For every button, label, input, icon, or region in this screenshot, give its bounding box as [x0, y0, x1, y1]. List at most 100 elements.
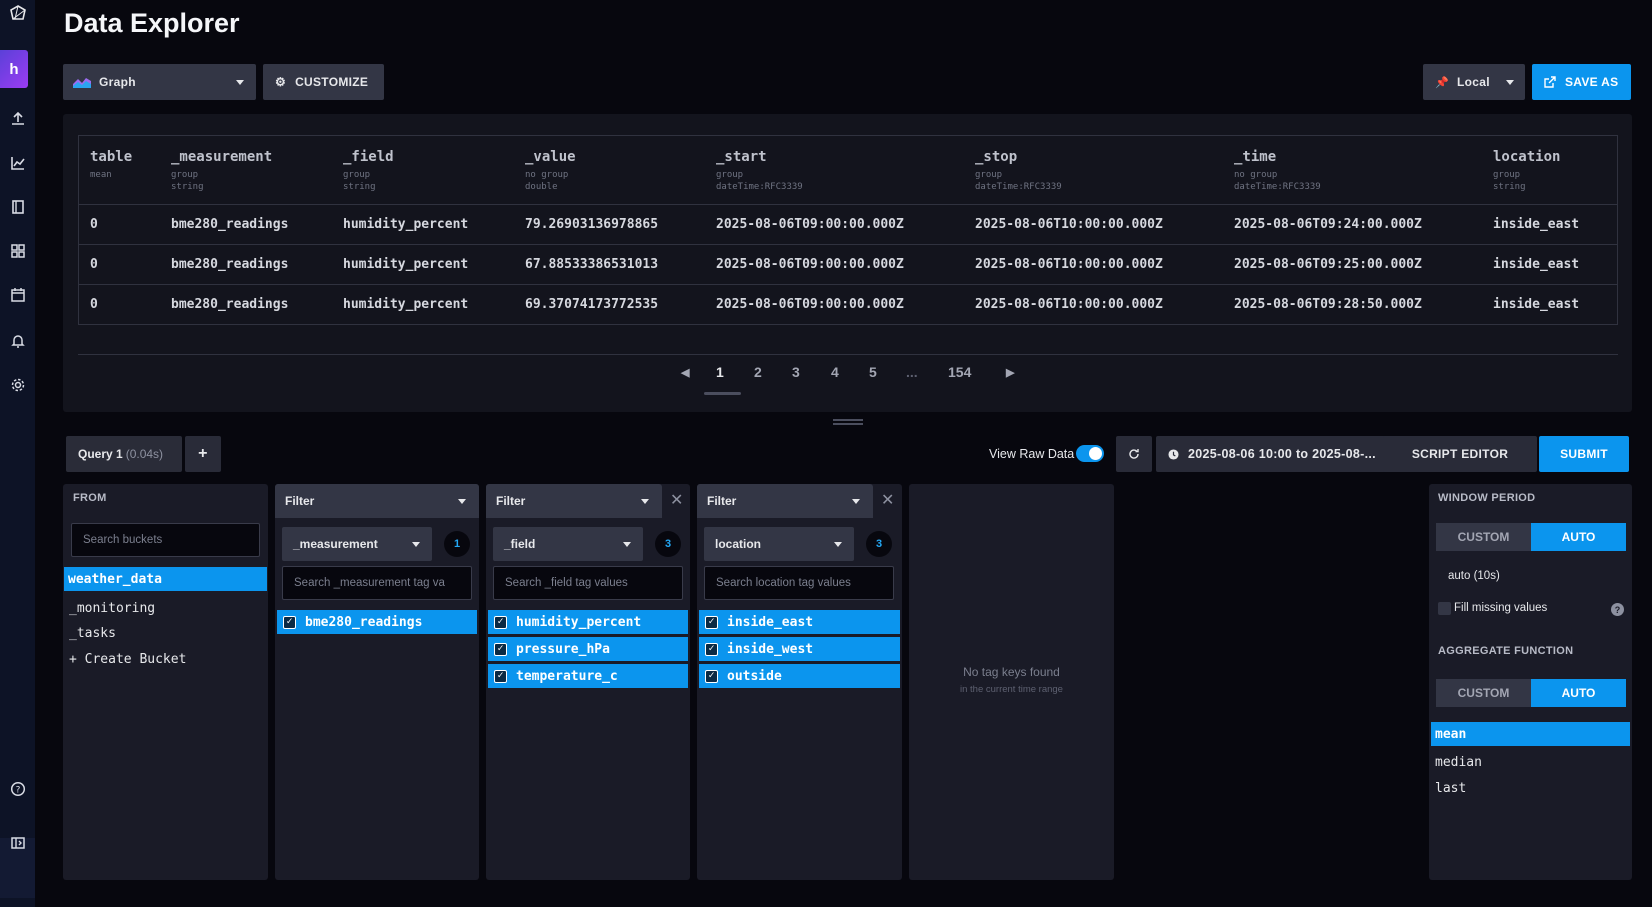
tag-key-label: _measurement [293, 537, 378, 551]
gear-icon[interactable] [0, 372, 35, 398]
table-cell: 2025-08-06T10:00:00.000Z [975, 257, 1163, 272]
page-link[interactable]: 5 [869, 364, 877, 380]
table-row: 0 bme280_readings humidity_percent 67.88… [79, 244, 1617, 284]
column-type: dateTime:RFC3339 [716, 182, 803, 192]
tag-value-label: bme280_readings [305, 614, 423, 630]
column-meta: no group [525, 170, 569, 180]
user-avatar[interactable]: h [0, 50, 28, 88]
tag-value-item[interactable]: ✓ temperature_c [488, 664, 688, 688]
view-type-label: Graph [99, 75, 136, 89]
bucket-item[interactable]: _monitoring [69, 601, 155, 616]
empty-state-title: No tag keys found [963, 665, 1060, 679]
column-name: _time [1234, 149, 1277, 165]
graph-icon[interactable] [0, 150, 35, 176]
notebook-icon[interactable] [0, 194, 35, 220]
function-custom-button[interactable]: CUSTOM [1436, 679, 1531, 707]
column-type: string [171, 182, 204, 192]
tag-value-item[interactable]: ✓ inside_east [699, 610, 900, 634]
empty-state-subtitle: in the current time range [960, 684, 1063, 695]
resize-handle[interactable] [833, 419, 863, 425]
prev-page-icon[interactable]: ◀ [681, 366, 689, 379]
help-icon[interactable]: ? [0, 776, 35, 802]
timezone-label: Local [1457, 75, 1490, 89]
save-as-button[interactable]: SAVE AS [1532, 64, 1631, 100]
table-cell: humidity_percent [343, 217, 469, 232]
selected-count-badge: 1 [444, 531, 470, 557]
dashboards-icon[interactable] [0, 238, 35, 264]
search-buckets-input[interactable]: Search buckets [71, 523, 260, 557]
filter-function-dropdown[interactable]: Filter [486, 484, 662, 518]
next-page-icon[interactable]: ▶ [1006, 366, 1014, 379]
create-bucket-link[interactable]: + Create Bucket [69, 652, 186, 667]
window-auto-button[interactable]: AUTO [1531, 523, 1626, 551]
upload-icon[interactable] [0, 106, 35, 132]
table-cell: 0 [90, 257, 98, 272]
selected-count-badge: 3 [866, 531, 892, 557]
tag-value-search-input[interactable]: Search _field tag values [493, 566, 683, 600]
add-query-button[interactable]: + [185, 436, 221, 472]
from-panel: FROM Search buckets weather_data _monito… [63, 484, 268, 880]
aggregate-function-item[interactable]: last [1435, 781, 1466, 796]
tag-value-search-input[interactable]: Search _measurement tag va [282, 566, 472, 600]
filter-title: Filter [707, 494, 737, 508]
bell-icon[interactable] [0, 328, 35, 354]
tag-key-dropdown[interactable]: location [704, 527, 854, 561]
tag-value-item[interactable]: ✓ inside_west [699, 637, 900, 661]
filter-function-dropdown[interactable]: Filter [697, 484, 873, 518]
filter-title: Filter [496, 494, 526, 508]
tag-key-dropdown[interactable]: _measurement [282, 527, 432, 561]
refresh-button[interactable] [1116, 436, 1152, 472]
tag-value-item[interactable]: ✓ bme280_readings [277, 610, 477, 634]
tag-value-label: pressure_hPa [516, 641, 610, 657]
window-custom-button[interactable]: CUSTOM [1436, 523, 1531, 551]
close-icon[interactable]: ✕ [881, 490, 894, 510]
export-icon [1544, 76, 1556, 88]
chevron-down-icon [458, 499, 466, 504]
tag-value-item[interactable]: ✓ pressure_hPa [488, 637, 688, 661]
query-tab[interactable]: Query 1 (0.04s) [66, 436, 182, 472]
bucket-item-selected[interactable]: weather_data [64, 567, 267, 591]
help-icon[interactable]: ? [1611, 603, 1624, 616]
aggregate-function-selected[interactable]: mean [1431, 722, 1630, 746]
function-auto-button[interactable]: AUTO [1531, 679, 1626, 707]
column-meta: group [343, 170, 371, 180]
checkbox-checked-icon: ✓ [705, 642, 718, 656]
tag-value-item[interactable]: ✓ outside [699, 664, 900, 688]
table-cell: inside_east [1493, 257, 1580, 272]
table-row: 0 bme280_readings humidity_percent 69.37… [79, 284, 1617, 324]
tag-value-item[interactable]: ✓ humidity_percent [488, 610, 688, 634]
page-link[interactable]: 3 [792, 364, 800, 380]
view-raw-data-toggle[interactable] [1076, 445, 1104, 462]
current-page-indicator [704, 392, 741, 395]
bucket-item[interactable]: _tasks [69, 626, 116, 641]
collapse-sidebar-icon[interactable] [0, 830, 35, 856]
aggregate-function-item[interactable]: median [1435, 755, 1482, 770]
aggregate-function-title: AGGREGATE FUNCTION [1438, 645, 1574, 657]
save-as-label: SAVE AS [1565, 75, 1619, 89]
chevron-down-icon [641, 499, 649, 504]
influx-logo-icon[interactable] [0, 0, 35, 26]
tag-key-dropdown[interactable]: _field [493, 527, 643, 561]
close-icon[interactable]: ✕ [670, 490, 683, 510]
clock-icon [1168, 448, 1179, 460]
from-title: FROM [73, 492, 107, 504]
view-type-dropdown[interactable]: Graph [63, 64, 256, 100]
calendar-icon[interactable] [0, 282, 35, 308]
table-cell: 79.26903136978865 [525, 217, 659, 232]
filter-function-dropdown[interactable]: Filter [275, 484, 479, 518]
table-cell: inside_east [1493, 217, 1580, 232]
customize-button[interactable]: ⚙ CUSTOMIZE [263, 64, 384, 100]
query-tab-label: Query 1 [78, 447, 123, 461]
page-link[interactable]: 4 [831, 364, 839, 380]
fill-missing-checkbox[interactable] [1438, 602, 1451, 615]
page-link[interactable]: 1 [716, 364, 724, 380]
page-link[interactable]: 154 [948, 364, 971, 380]
tag-value-search-input[interactable]: Search location tag values [704, 566, 894, 600]
page-link[interactable]: 2 [754, 364, 762, 380]
timezone-dropdown[interactable]: 📌 Local [1423, 64, 1525, 100]
chevron-down-icon [623, 542, 631, 547]
submit-button[interactable]: SUBMIT [1539, 436, 1629, 472]
script-editor-button[interactable]: SCRIPT EDITOR [1383, 436, 1537, 472]
submit-label: SUBMIT [1560, 447, 1608, 461]
time-range-dropdown[interactable]: 2025-08-06 10:00 to 2025-08-... [1156, 436, 1408, 472]
